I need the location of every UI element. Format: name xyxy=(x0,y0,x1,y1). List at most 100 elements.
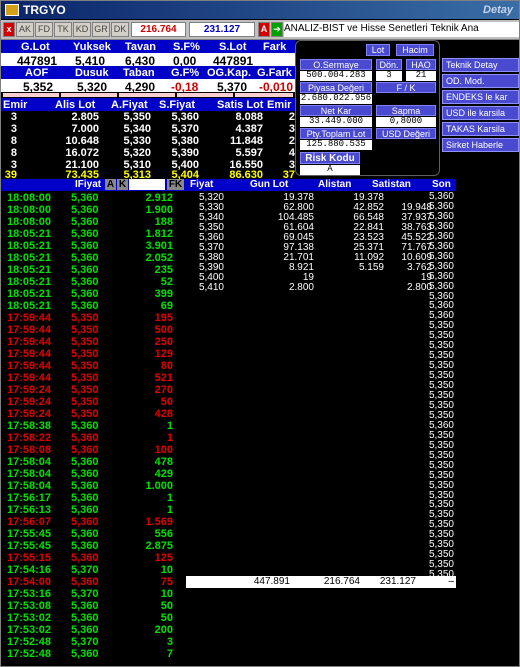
depth-cell: 5,350 xyxy=(123,111,151,123)
summary1-values: 447891 5,410 6,430 0,00 447891 xyxy=(1,53,295,68)
trade-lot: 2.052 xyxy=(145,252,173,264)
depth-cell: 5,380 xyxy=(171,135,199,147)
trade-price: 5,370 xyxy=(71,588,99,600)
trade-row: 17:59:44 5,350 521 xyxy=(1,372,186,384)
trade-row: 17:53:16 5,370 10 xyxy=(1,588,186,600)
trade-price: 5,350 xyxy=(71,360,99,372)
trade-row: 17:56:13 5,360 1 xyxy=(1,504,186,516)
depth-total-cell: 5,404 xyxy=(171,169,199,181)
bar-4 xyxy=(177,93,233,97)
news-ticker[interactable]: ANALIZ-BIST ve Hisse Senetleri Teknik An… xyxy=(284,22,519,37)
trade-row: 17:58:04 5,360 1.000 xyxy=(1,480,186,492)
piyasa-label: Piyasa Değeri xyxy=(300,82,372,93)
trade-time: 17:59:44 xyxy=(7,336,52,348)
trade-price: 5,360 xyxy=(71,648,99,660)
risk-value: A xyxy=(300,165,360,175)
trade-lot: 10 xyxy=(160,588,173,600)
depth-cell: 2 xyxy=(288,111,295,123)
don-label: Dön. xyxy=(376,59,402,70)
endeks-button[interactable]: ENDEKS le kar xyxy=(442,90,519,104)
trade-lot: 429 xyxy=(154,468,173,480)
trade-price: 5,350 xyxy=(71,348,99,360)
depth-cell: 5,330 xyxy=(123,135,151,147)
col-satis-lot: Satis Lot xyxy=(217,99,264,111)
col-emir-buy: Emir xyxy=(3,99,28,111)
trade-time: 17:58:04 xyxy=(7,468,52,480)
tab-fd[interactable]: FD xyxy=(35,22,53,37)
trade-time: 17:59:44 xyxy=(7,372,52,384)
total-son: – xyxy=(448,576,454,587)
trade-lot: 50 xyxy=(160,600,173,612)
col-aof: AOF xyxy=(25,67,49,79)
bar-2 xyxy=(61,93,117,97)
trade-price: 5,360 xyxy=(71,204,99,216)
close-icon[interactable]: x xyxy=(3,22,15,37)
trade-time: 18:08:00 xyxy=(7,192,52,204)
od-mod-button[interactable]: OD. Mod. xyxy=(442,74,519,88)
depth-cell: 8 xyxy=(10,147,17,159)
tab-kd[interactable]: KD xyxy=(73,22,91,37)
depth-total-cell: 73.435 xyxy=(65,169,99,181)
trade-time: 17:59:44 xyxy=(7,312,52,324)
tab-dk[interactable]: DK xyxy=(111,22,129,37)
totals-row: 447.891 216.764 231.127 – xyxy=(186,576,456,588)
trade-row: 17:52:48 5,370 3 xyxy=(1,636,186,648)
trade-row: 18:05:21 5,360 69 xyxy=(1,300,186,312)
trade-price: 5,360 xyxy=(71,264,99,276)
trade-row: 17:53:02 5,360 200 xyxy=(1,624,186,636)
sirket-haberleri-button[interactable]: Sirket Haberle xyxy=(442,138,519,152)
trade-row: 17:58:38 5,360 1 xyxy=(1,420,186,432)
depth-cell: 4 xyxy=(288,147,295,159)
teknik-detay-button[interactable]: Teknik Detay xyxy=(442,58,519,72)
trade-time: 18:08:00 xyxy=(7,204,52,216)
trade-row: 17:53:08 5,360 50 xyxy=(1,600,186,612)
trade-lot: 428 xyxy=(154,408,173,420)
trade-row: 18:05:21 5,360 2.052 xyxy=(1,252,186,264)
tab-gr[interactable]: GR xyxy=(92,22,110,37)
depth-total-cell: 86.630 xyxy=(229,169,263,181)
trade-time: 17:53:02 xyxy=(7,612,52,624)
arrow-right-icon[interactable]: ➔ xyxy=(271,22,283,37)
sapma-value: 0,8000 xyxy=(376,117,436,127)
lot-button[interactable]: Lot xyxy=(366,44,390,56)
trade-price: 5,360 xyxy=(71,600,99,612)
a-button[interactable]: A xyxy=(258,22,270,37)
trade-row: 18:08:00 5,360 188 xyxy=(1,216,186,228)
usd-degeri-button[interactable]: USD Değeri xyxy=(376,128,436,139)
trade-price: 5,360 xyxy=(71,432,99,444)
fk-label: F / K xyxy=(376,82,436,93)
trade-time: 17:59:44 xyxy=(7,348,52,360)
toolbar: x AK FD TK KD GR DK 216.764 231.127 A ➔ … xyxy=(1,20,519,40)
total-gun-lot: 447.891 xyxy=(253,576,290,587)
trade-row: 17:58:22 5,360 1 xyxy=(1,432,186,444)
trade-price: 5,360 xyxy=(71,300,99,312)
trade-lot: 2.912 xyxy=(145,192,173,204)
trade-price: 5,360 xyxy=(71,444,99,456)
tab-tk[interactable]: TK xyxy=(54,22,72,37)
takas-button[interactable]: TAKAS Karsila xyxy=(442,122,519,136)
trade-row: 17:59:44 5,350 80 xyxy=(1,360,186,372)
trade-row: 18:08:00 5,360 2.912 xyxy=(1,192,186,204)
trade-price: 5,350 xyxy=(71,396,99,408)
info-panel: Lot Hacim O.Sermaye 500.004.283 Dön. 3 H… xyxy=(295,40,440,176)
trade-time: 17:59:24 xyxy=(7,396,52,408)
usd-karsila-button[interactable]: USD ile karsila xyxy=(442,106,519,120)
trade-price: 5,360 xyxy=(71,612,99,624)
trade-lot: 195 xyxy=(154,312,173,324)
depth-cell: 5,370 xyxy=(171,123,199,135)
detail-label: Detay xyxy=(483,4,513,16)
trade-price: 5,360 xyxy=(71,504,99,516)
trade-lot: 399 xyxy=(154,288,173,300)
title-bar[interactable]: TRGYO Detay xyxy=(1,1,519,19)
trade-lot: 1.569 xyxy=(145,516,173,528)
trade-row: 18:05:21 5,360 3.901 xyxy=(1,240,186,252)
bar-3 xyxy=(119,93,175,97)
trade-time: 17:52:48 xyxy=(7,636,52,648)
trade-lot: 50 xyxy=(160,396,173,408)
tab-ak[interactable]: AK xyxy=(16,22,34,37)
hacim-button[interactable]: Hacim xyxy=(396,44,434,56)
trade-time: 17:58:04 xyxy=(7,456,52,468)
trade-row: 18:05:21 5,360 399 xyxy=(1,288,186,300)
depth-total-cell: 37 xyxy=(282,169,295,181)
hao-label: HAO xyxy=(406,59,436,70)
